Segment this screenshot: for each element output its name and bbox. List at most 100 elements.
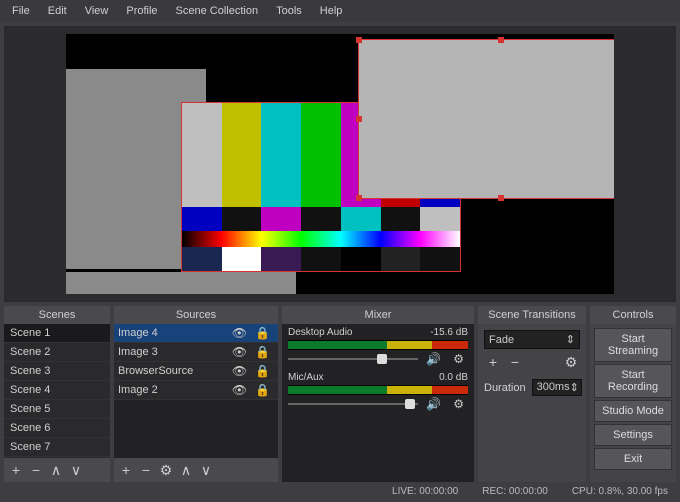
scene-item[interactable]: Scene 6	[4, 419, 110, 438]
visibility-icon[interactable]: 👁	[228, 326, 251, 340]
mixer-body: Desktop Audio -15.6 dB 🔊 ⚙ Mic/Aux 0.0 d…	[282, 324, 474, 482]
preview-area	[4, 26, 676, 302]
preview-canvas[interactable]	[66, 34, 614, 294]
mixer-channel-desktop: Desktop Audio -15.6 dB 🔊 ⚙	[282, 324, 474, 369]
source-properties-button[interactable]: ⚙	[157, 461, 175, 479]
docks-row: Scenes Scene 1 Scene 2 Scene 3 Scene 4 S…	[0, 306, 680, 486]
visibility-icon[interactable]: 👁	[228, 364, 251, 378]
updown-icon: ⇕	[570, 381, 579, 394]
sources-list[interactable]: Image 4 👁 🔒 Image 3 👁 🔒 BrowserSource 👁 …	[114, 324, 278, 458]
resize-handle-tl[interactable]	[356, 37, 362, 43]
lock-icon[interactable]: 🔒	[251, 364, 274, 378]
source-item[interactable]: Image 2 👁 🔒	[114, 381, 278, 400]
source-label: BrowserSource	[118, 365, 228, 377]
source-selected-box[interactable]	[358, 39, 614, 199]
visibility-icon[interactable]: 👁	[228, 345, 251, 359]
menu-view[interactable]: View	[77, 2, 117, 20]
remove-transition-button[interactable]: −	[506, 353, 524, 371]
menu-edit[interactable]: Edit	[40, 2, 75, 20]
start-streaming-button[interactable]: Start Streaming	[594, 328, 672, 362]
scenes-title: Scenes	[4, 306, 110, 324]
source-down-button[interactable]: ∨	[197, 461, 215, 479]
add-transition-button[interactable]: +	[484, 353, 502, 371]
scenes-list[interactable]: Scene 1 Scene 2 Scene 3 Scene 4 Scene 5 …	[4, 324, 110, 458]
status-rec: REC: 00:00:00	[482, 486, 548, 497]
remove-source-button[interactable]: −	[137, 461, 155, 479]
menu-file[interactable]: File	[4, 2, 38, 20]
menu-tools[interactable]: Tools	[268, 2, 310, 20]
controls-title: Controls	[590, 306, 676, 324]
add-source-button[interactable]: +	[117, 461, 135, 479]
transitions-panel: Scene Transitions Fade ⇕ + − ⚙ Duration …	[478, 306, 586, 482]
menubar: File Edit View Profile Scene Collection …	[0, 0, 680, 22]
menu-scene-collection[interactable]: Scene Collection	[168, 2, 267, 20]
scene-item[interactable]: Scene 1	[4, 324, 110, 343]
mixer-channel-mic: Mic/Aux 0.0 dB 🔊 ⚙	[282, 369, 474, 414]
lock-icon[interactable]: 🔒	[251, 326, 274, 340]
studio-mode-button[interactable]: Studio Mode	[594, 400, 672, 422]
audio-meter	[288, 340, 468, 350]
source-label: Image 4	[118, 327, 228, 339]
sources-title: Sources	[114, 306, 278, 324]
resize-handle-tm[interactable]	[498, 37, 504, 43]
mixer-title: Mixer	[282, 306, 474, 324]
source-label: Image 3	[118, 346, 228, 358]
duration-value: 300ms	[537, 381, 570, 394]
sources-panel: Sources Image 4 👁 🔒 Image 3 👁 🔒 BrowserS…	[114, 306, 278, 482]
updown-icon: ⇕	[566, 333, 575, 346]
settings-button[interactable]: Settings	[594, 424, 672, 446]
sources-toolbar: + − ⚙ ∧ ∨	[114, 458, 278, 482]
scenes-panel: Scenes Scene 1 Scene 2 Scene 3 Scene 4 S…	[4, 306, 110, 482]
mixer-panel: Mixer Desktop Audio -15.6 dB 🔊 ⚙ M	[282, 306, 474, 482]
source-item[interactable]: Image 4 👁 🔒	[114, 324, 278, 343]
menu-help[interactable]: Help	[312, 2, 351, 20]
controls-panel: Controls Start Streaming Start Recording…	[590, 306, 676, 482]
channel-settings-icon[interactable]: ⚙	[449, 352, 468, 366]
status-cpu: CPU: 0.8%, 30.00 fps	[572, 486, 668, 497]
resize-handle-ml[interactable]	[356, 116, 362, 122]
scene-item[interactable]: Scene 5	[4, 400, 110, 419]
menu-profile[interactable]: Profile	[118, 2, 165, 20]
lock-icon[interactable]: 🔒	[251, 345, 274, 359]
channel-settings-icon[interactable]: ⚙	[449, 397, 468, 411]
scenes-toolbar: + − ∧ ∨	[4, 458, 110, 482]
resize-handle-bl[interactable]	[356, 195, 362, 201]
status-bar: LIVE: 00:00:00 REC: 00:00:00 CPU: 0.8%, …	[4, 483, 676, 500]
exit-button[interactable]: Exit	[594, 448, 672, 470]
duration-input[interactable]: 300ms ⇕	[532, 379, 582, 396]
duration-label: Duration	[484, 382, 526, 394]
scene-up-button[interactable]: ∧	[47, 461, 65, 479]
add-scene-button[interactable]: +	[7, 461, 25, 479]
scene-down-button[interactable]: ∨	[67, 461, 85, 479]
transition-selected: Fade	[489, 334, 514, 346]
volume-slider[interactable]	[288, 398, 418, 410]
status-live: LIVE: 00:00:00	[392, 486, 458, 497]
volume-slider[interactable]	[288, 353, 418, 365]
channel-level: 0.0 dB	[439, 372, 468, 383]
channel-name: Mic/Aux	[288, 372, 324, 383]
lock-icon[interactable]: 🔒	[251, 383, 274, 397]
transitions-body: Fade ⇕ + − ⚙ Duration 300ms ⇕	[478, 324, 586, 402]
source-up-button[interactable]: ∧	[177, 461, 195, 479]
source-item[interactable]: Image 3 👁 🔒	[114, 343, 278, 362]
resize-handle-bm[interactable]	[498, 195, 504, 201]
scene-item[interactable]: Scene 8	[4, 457, 110, 458]
channel-name: Desktop Audio	[288, 327, 353, 338]
transition-properties-button[interactable]: ⚙	[562, 353, 580, 371]
visibility-icon[interactable]: 👁	[228, 383, 251, 397]
mute-icon[interactable]: 🔊	[422, 352, 445, 366]
transitions-title: Scene Transitions	[478, 306, 586, 324]
scene-item[interactable]: Scene 2	[4, 343, 110, 362]
transition-select[interactable]: Fade ⇕	[484, 330, 580, 349]
scene-item[interactable]: Scene 4	[4, 381, 110, 400]
scene-item[interactable]: Scene 7	[4, 438, 110, 457]
source-bar-bottom[interactable]	[66, 272, 296, 294]
scene-item[interactable]: Scene 3	[4, 362, 110, 381]
source-label: Image 2	[118, 384, 228, 396]
start-recording-button[interactable]: Start Recording	[594, 364, 672, 398]
remove-scene-button[interactable]: −	[27, 461, 45, 479]
channel-level: -15.6 dB	[430, 327, 468, 338]
mute-icon[interactable]: 🔊	[422, 397, 445, 411]
source-item[interactable]: BrowserSource 👁 🔒	[114, 362, 278, 381]
controls-body: Start Streaming Start Recording Studio M…	[590, 324, 676, 474]
